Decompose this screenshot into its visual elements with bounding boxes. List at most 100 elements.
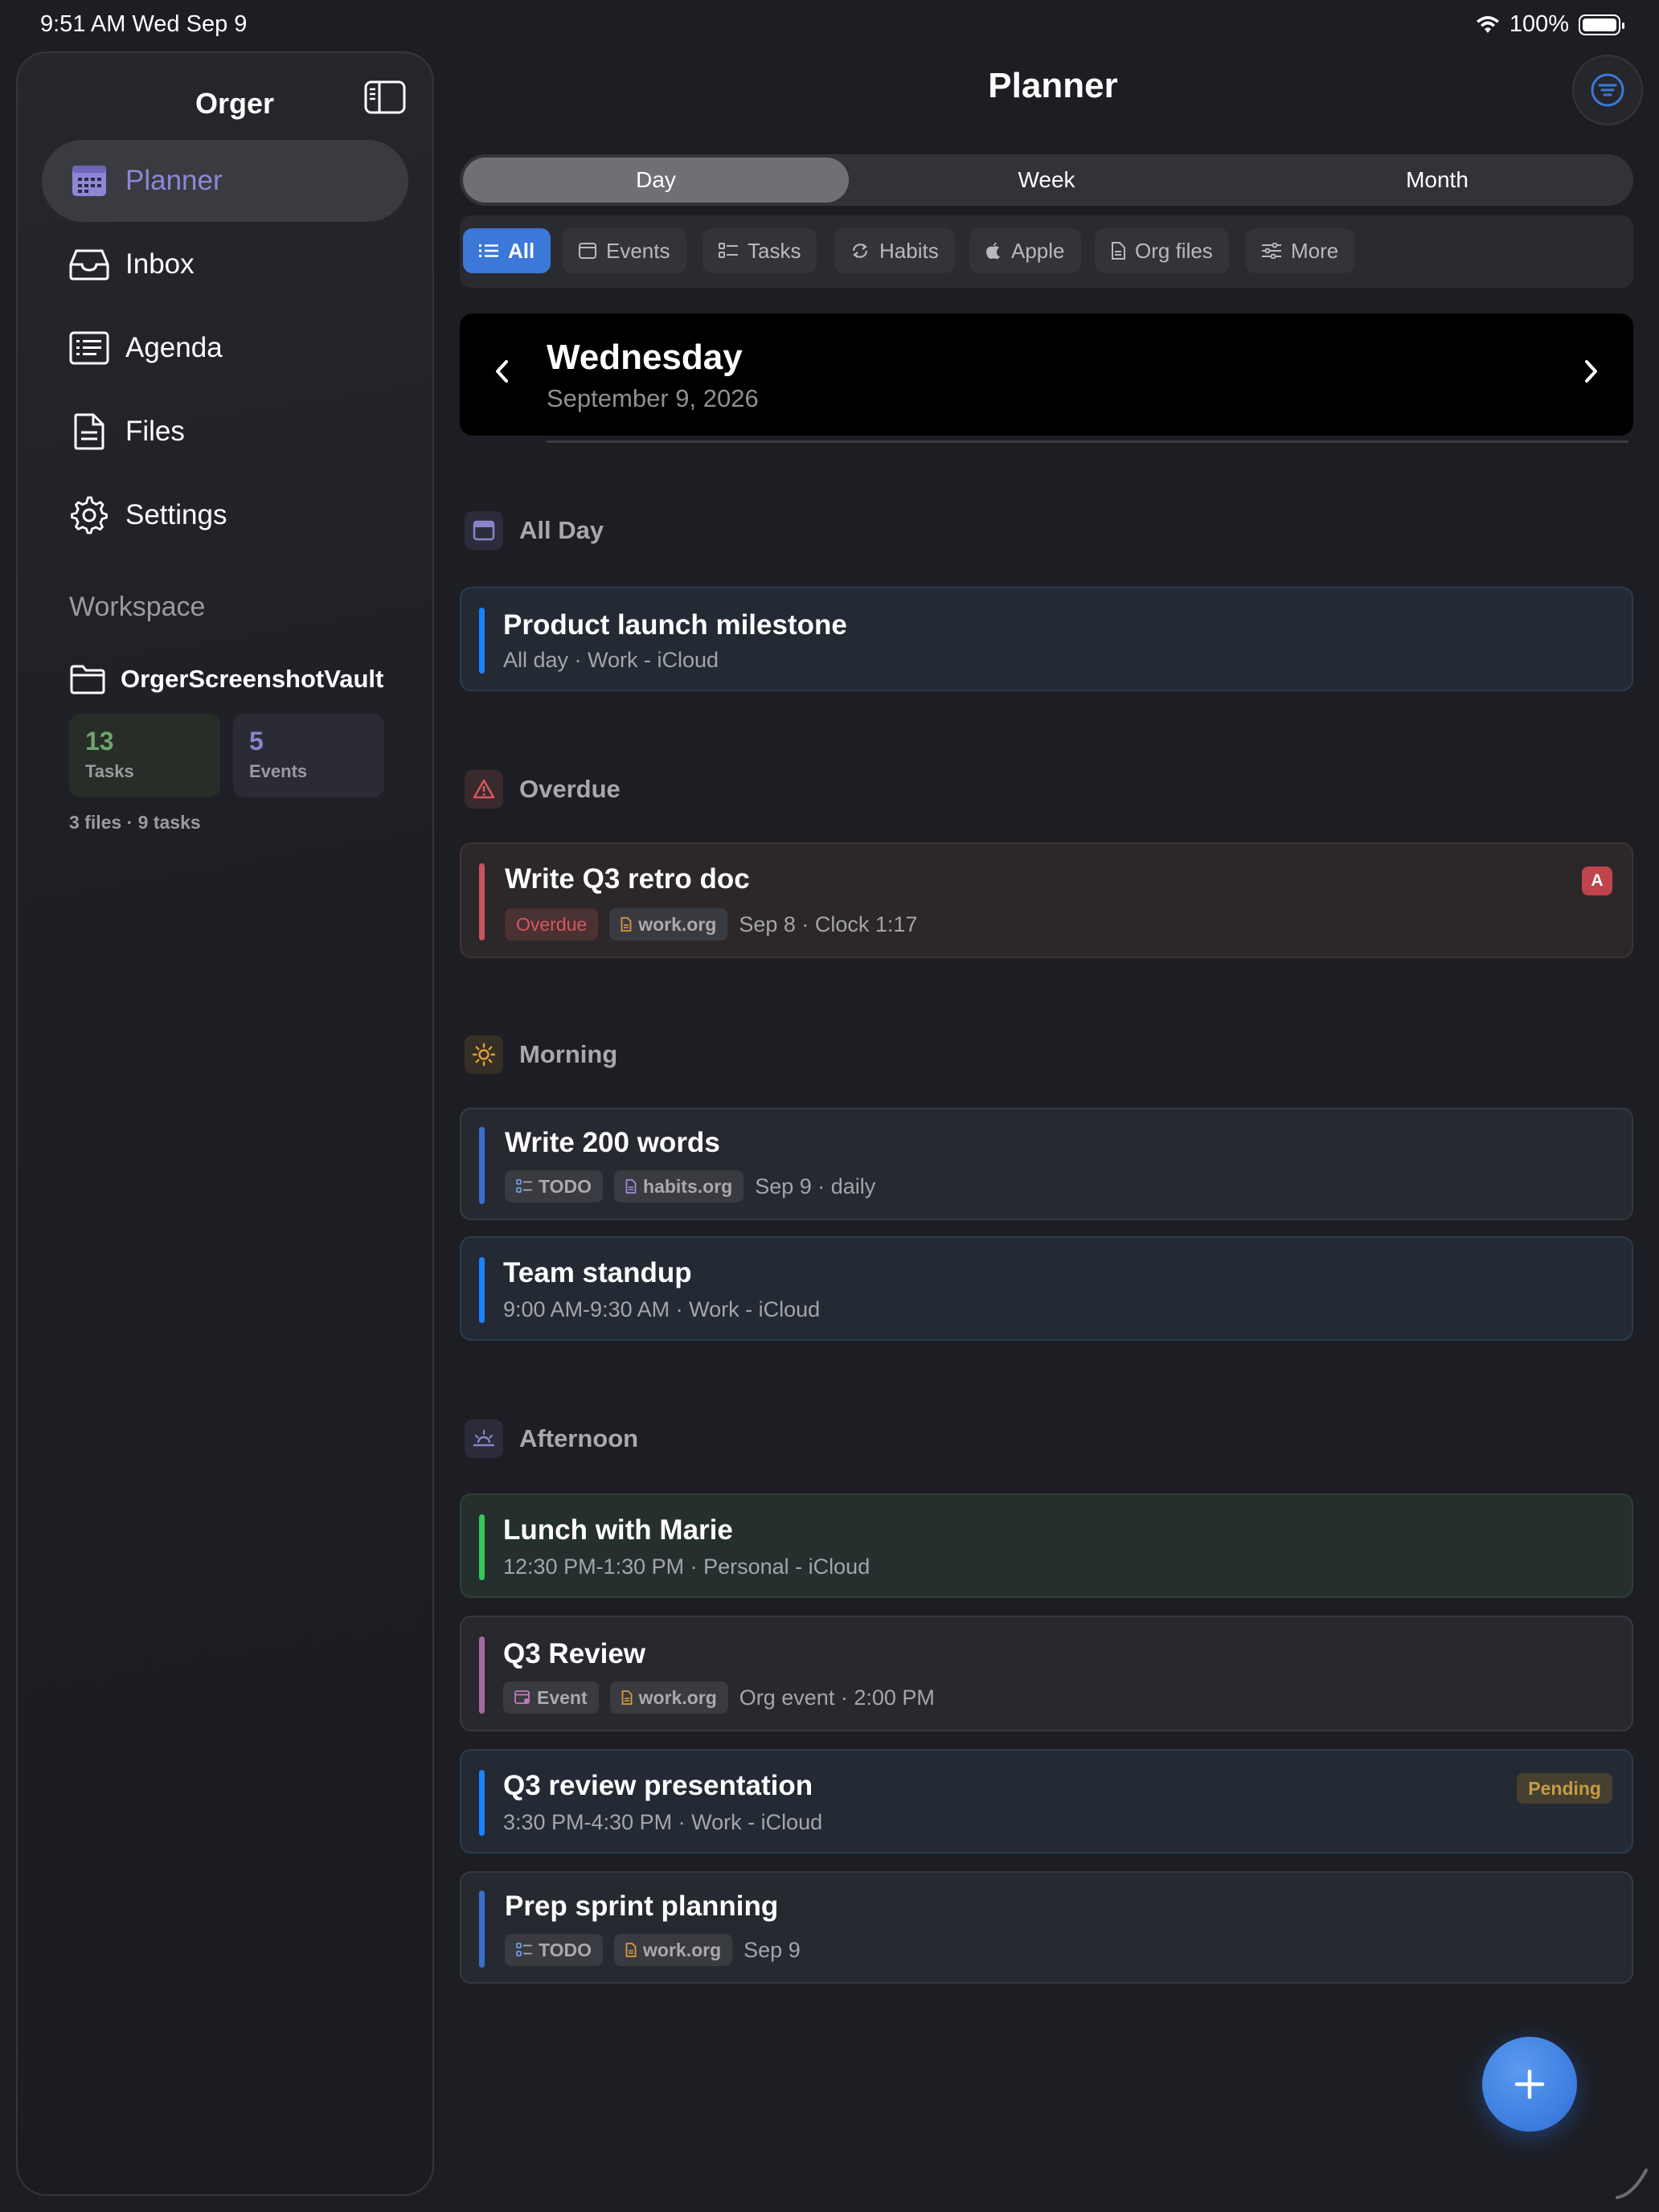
chip-apple[interactable]: Apple — [969, 228, 1081, 273]
chip-all[interactable]: All — [463, 228, 551, 273]
event-card-lunch[interactable]: Lunch with Marie 12:30 PM-1:30 PM · Pers… — [460, 1493, 1633, 1598]
status-bar: 9:51 AM Wed Sep 9 100% — [0, 0, 1659, 51]
next-day-button[interactable] — [1582, 355, 1601, 391]
todo-tag: TODO — [505, 1934, 604, 1966]
sidebar-item-label: Planner — [125, 165, 223, 196]
sidebar-item-files[interactable]: Files — [42, 391, 408, 473]
chevron-right-icon — [1585, 360, 1597, 383]
folder-icon — [70, 665, 105, 694]
checklist-icon — [719, 243, 738, 258]
file-icon — [1112, 242, 1125, 260]
sidebar-toggle-button[interactable] — [362, 74, 408, 121]
event-card-q3-presentation[interactable]: Q3 review presentation 3:30 PM-4:30 PM ·… — [460, 1749, 1633, 1854]
segment-week[interactable]: Week — [854, 158, 1239, 203]
chip-events[interactable]: Events — [563, 228, 686, 273]
vault-row[interactable]: OrgerScreenshotVault — [69, 664, 383, 694]
repeat-arrows-icon — [852, 244, 868, 258]
card-subtitle: 12:30 PM-1:30 PM · Personal - iCloud — [503, 1555, 870, 1579]
calendar-grid-icon — [69, 161, 109, 201]
chip-more[interactable]: More — [1246, 228, 1355, 273]
date-navigator: Wednesday September 9, 2026 — [460, 313, 1633, 436]
battery-icon — [1579, 14, 1624, 35]
overdue-badge: Overdue — [505, 908, 599, 940]
todo-tag: TODO — [505, 1170, 604, 1202]
chip-tasks[interactable]: Tasks — [703, 228, 817, 273]
sidebar-item-inbox[interactable]: Inbox — [42, 223, 408, 305]
tasks-count: 13 — [85, 727, 114, 756]
section-overdue: Overdue — [465, 770, 621, 809]
inbox-tray-icon — [69, 244, 109, 285]
filter-lines-icon — [1591, 73, 1624, 107]
sidebar-item-settings[interactable]: Settings — [42, 474, 408, 556]
task-card-write-words[interactable]: Write 200 words TODO habits.org Sep 9 · … — [460, 1108, 1633, 1220]
file-icon — [621, 1690, 633, 1705]
sidebar-toggle-icon — [364, 80, 406, 114]
sidebar-item-agenda[interactable]: Agenda — [42, 307, 408, 389]
checklist-icon — [516, 1943, 532, 1956]
sun-icon — [465, 1035, 503, 1074]
task-card-sprint-planning[interactable]: Prep sprint planning TODO work.org Sep 9 — [460, 1871, 1633, 1984]
card-title: Team standup — [503, 1257, 692, 1288]
filter-button[interactable] — [1572, 55, 1643, 125]
file-icon — [625, 1179, 637, 1194]
file-tag[interactable]: work.org — [614, 1934, 733, 1966]
battery-percent: 100% — [1509, 11, 1569, 37]
segment-month[interactable]: Month — [1244, 158, 1630, 203]
previous-day-button[interactable] — [492, 355, 511, 391]
priority-badge: A — [1582, 866, 1612, 895]
events-count: 5 — [249, 727, 264, 756]
sidebar: Orger Planner Inbox Agenda Files Setting… — [16, 51, 434, 2196]
page-title: Planner — [988, 66, 1118, 105]
section-morning: Morning — [465, 1035, 617, 1074]
card-title: Write 200 words — [505, 1127, 720, 1158]
gear-icon — [69, 495, 109, 535]
file-tag[interactable]: habits.org — [614, 1170, 744, 1202]
sidebar-item-label: Files — [125, 416, 185, 447]
pending-badge: Pending — [1517, 1773, 1612, 1804]
document-icon — [69, 412, 109, 452]
sidebar-item-label: Inbox — [125, 248, 195, 280]
card-subtitle: All day · Work - iCloud — [503, 648, 719, 672]
file-tag[interactable]: work.org — [609, 908, 728, 940]
resize-handle-icon[interactable] — [1614, 2165, 1649, 2201]
file-icon — [625, 1943, 637, 1957]
card-title: Write Q3 retro doc — [505, 863, 750, 895]
event-card-product-launch[interactable]: Product launch milestone All day · Work … — [460, 587, 1633, 691]
tasks-stat-label: Tasks — [85, 761, 134, 781]
checklist-icon — [516, 1179, 532, 1193]
sidebar-item-label: Agenda — [125, 332, 223, 363]
workspace-heading: Workspace — [69, 592, 206, 622]
segment-day[interactable]: Day — [463, 158, 849, 203]
card-subtitle: 9:00 AM-9:30 AM · Work - iCloud — [503, 1297, 821, 1321]
chip-habits[interactable]: Habits — [834, 228, 955, 273]
plus-icon — [1514, 2069, 1545, 2099]
wifi-icon — [1476, 15, 1499, 33]
add-button[interactable] — [1482, 2037, 1577, 2132]
chip-org-files[interactable]: Org files — [1095, 228, 1229, 273]
card-title: Prep sprint planning — [505, 1890, 779, 1922]
card-meta: Sep 9 — [743, 1937, 801, 1962]
sidebar-item-label: Settings — [125, 499, 227, 530]
task-card-retro-doc[interactable]: Write Q3 retro doc Overdue work.org Sep … — [460, 842, 1633, 958]
calendar-day-icon — [465, 511, 503, 550]
status-time: 9:51 AM Wed Sep 9 — [40, 11, 248, 37]
app-root: 9:51 AM Wed Sep 9 100% Orger Planner Inb… — [0, 0, 1659, 2212]
events-stat-card: 5 Events — [233, 714, 384, 797]
event-card-q3-review[interactable]: Q3 Review Event work.org Org event · 2:0… — [460, 1616, 1633, 1731]
file-tag[interactable]: work.org — [609, 1682, 728, 1714]
sidebar-item-planner[interactable]: Planner — [42, 140, 408, 222]
sliders-icon — [1262, 243, 1281, 259]
apple-logo-icon — [986, 242, 1000, 260]
section-all-day: All Day — [465, 511, 604, 550]
vault-name: OrgerScreenshotVault — [121, 665, 384, 693]
full-date-label: September 9, 2026 — [547, 384, 759, 412]
warning-icon — [465, 770, 503, 809]
divider — [547, 440, 1628, 443]
card-title: Product launch milestone — [503, 609, 847, 641]
card-subtitle: 3:30 PM-4:30 PM · Work - iCloud — [503, 1810, 823, 1834]
filter-chips-bar: All Events Tasks Habits Apple Org files … — [460, 215, 1633, 288]
events-stat-label: Events — [249, 761, 308, 781]
event-card-team-standup[interactable]: Team standup 9:00 AM-9:30 AM · Work - iC… — [460, 1236, 1633, 1341]
card-meta: Org event · 2:00 PM — [739, 1685, 935, 1710]
card-meta: Sep 9 · daily — [755, 1174, 876, 1198]
